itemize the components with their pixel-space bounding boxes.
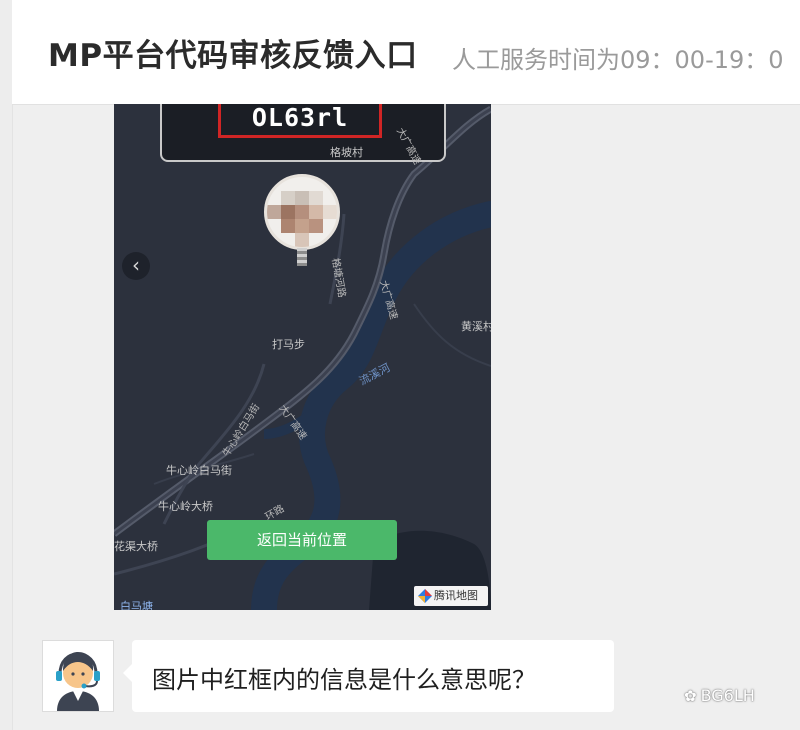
location-pin-tail — [297, 248, 307, 266]
map-label-daqiao: 牛心岭大桥 — [158, 500, 213, 513]
account-watermark: ✿ BG6LH — [684, 686, 755, 705]
page-header: MP平台代码审核反馈入口 人工服务时间为09：00-19：0 — [12, 0, 800, 105]
map-provider-logo: 腾讯地图 — [414, 586, 488, 606]
customer-service-avatar — [42, 640, 114, 712]
map-provider-name: 腾讯地图 — [434, 589, 478, 602]
return-to-location-button[interactable]: 返回当前位置 — [207, 520, 397, 560]
map-label-huaqu-bridge: 花渠大桥 — [114, 540, 158, 553]
map-label-village: 格坡村 — [330, 146, 363, 159]
chat-message-bubble: 图片中红框内的信息是什么意思呢？ — [123, 640, 614, 712]
chevron-left-icon[interactable]: ‹ — [122, 252, 150, 280]
watermark-text: BG6LH — [700, 686, 755, 705]
map-label-baima-street: 牛心岭白马街 — [166, 464, 232, 477]
tencent-map-icon — [418, 589, 432, 603]
user-location-avatar[interactable] — [264, 174, 340, 250]
map-label-damabu: 打马步 — [272, 338, 305, 351]
service-hours-text: 人工服务时间为09：00-19：0 — [452, 46, 784, 74]
map-label-baimatang: 白马塘 — [120, 600, 153, 610]
license-plate-highlight: OL63rl — [218, 104, 382, 138]
map-screenshot[interactable]: OL63rl ‹ 格坡村 黄溪村 打马步 流溪河 牛心岭白马街 牛心岭大桥 花渠… — [114, 104, 491, 610]
customer-service-agent-icon — [56, 652, 100, 711]
map-label-huangxi: 黄溪村 — [461, 320, 491, 333]
chat-message-text: 图片中红框内的信息是什么意思呢？ — [152, 666, 536, 694]
wechat-icon: ✿ — [684, 687, 697, 705]
page-title: MP平台代码审核反馈入口 — [48, 38, 418, 74]
